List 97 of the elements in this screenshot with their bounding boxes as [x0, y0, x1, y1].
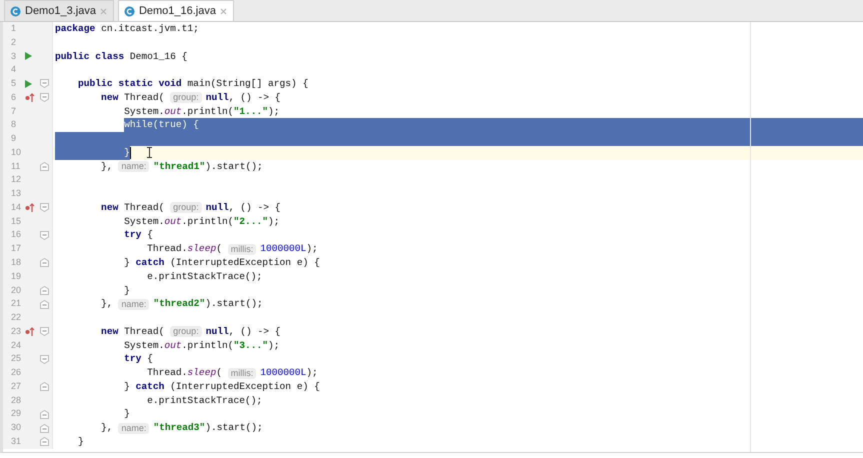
parameter-hint: name: — [118, 298, 150, 310]
fold-icon[interactable] — [40, 162, 50, 172]
line-number: 1 — [10, 22, 18, 35]
line-number: 11 — [10, 160, 22, 173]
fold-icon[interactable] — [40, 93, 50, 102]
code-text: } — [123, 146, 130, 160]
parameter-hint: millis: — [228, 244, 256, 255]
close-icon[interactable] — [100, 8, 107, 14]
code-text: } — [77, 434, 84, 449]
class-file-icon — [124, 6, 135, 16]
code-text: try { — [123, 228, 153, 242]
line-number: 21 — [10, 297, 22, 310]
parameter-hint: name: — [118, 161, 150, 172]
code-text: System.out.println("3..."); — [123, 338, 280, 352]
line-number: 5 — [10, 77, 18, 90]
line-number: 6 — [10, 90, 18, 104]
fold-icon[interactable] — [40, 382, 50, 392]
parameter-hint: group: — [170, 92, 202, 104]
line-number: 18 — [10, 256, 22, 270]
code-text: new Thread( — [100, 324, 166, 339]
line-number: 10 — [10, 146, 22, 159]
line-number: 19 — [10, 270, 22, 283]
line-number: 8 — [10, 118, 18, 132]
code-text: } — [123, 284, 130, 298]
file-tab[interactable]: Demo1_16.java — [118, 0, 234, 21]
line-number: 16 — [10, 228, 22, 242]
line-number: 13 — [10, 187, 22, 200]
code-text: e.printStackTrace(); — [146, 394, 262, 408]
code-text: } catch (InterruptedException e) { — [123, 256, 320, 270]
code-text: }, — [100, 297, 114, 312]
line-number: 3 — [10, 50, 18, 63]
fold-icon[interactable] — [40, 230, 50, 240]
code-text: try { — [123, 352, 153, 366]
line-number: 15 — [10, 214, 22, 228]
code-text: } catch (InterruptedException e) { — [123, 380, 320, 394]
code-text: null, () -> { — [206, 324, 281, 339]
line-number: 26 — [10, 366, 22, 380]
run-icon[interactable] — [24, 52, 32, 60]
line-number: 22 — [10, 311, 22, 324]
code-text: Thread.sleep( — [146, 242, 223, 256]
parameter-hint: group: — [170, 326, 202, 338]
override-arrow-icon[interactable] — [24, 203, 35, 212]
code-text: while(true) { — [124, 118, 199, 132]
code-text: null, () -> { — [206, 90, 281, 105]
close-icon[interactable] — [220, 8, 227, 14]
code-text: public class Demo1_16 { — [55, 50, 188, 64]
fold-icon[interactable] — [40, 437, 50, 446]
code-text: "thread3").start(); — [153, 421, 263, 435]
line-number: 14 — [10, 200, 22, 214]
line-number: 4 — [10, 63, 18, 76]
line-number: 25 — [10, 352, 22, 366]
class-file-icon — [10, 6, 21, 16]
fold-icon[interactable] — [40, 258, 50, 268]
fold-icon[interactable] — [40, 286, 50, 295]
line-number: 2 — [10, 36, 18, 49]
code-text: public static void main(String[] args) { — [77, 77, 308, 91]
code-text: "thread2").start(); — [153, 297, 263, 312]
parameter-hint: millis: — [228, 368, 256, 379]
code-text: System.out.println("1..."); — [123, 104, 280, 118]
line-number: 24 — [10, 338, 22, 352]
code-text: null, () -> { — [206, 200, 281, 215]
fold-icon[interactable] — [40, 203, 50, 212]
override-arrow-icon[interactable] — [24, 93, 35, 102]
line-number: 23 — [10, 324, 22, 338]
fold-icon[interactable] — [40, 79, 50, 88]
fold-icon[interactable] — [40, 327, 50, 336]
file-tab[interactable]: Demo1_3.java — [4, 0, 114, 21]
code-text: new Thread( — [100, 200, 166, 215]
line-number: 31 — [10, 434, 22, 448]
code-text: }, — [100, 421, 114, 435]
run-icon[interactable] — [24, 80, 32, 88]
fold-icon[interactable] — [40, 410, 50, 419]
fold-icon[interactable] — [40, 300, 50, 309]
line-number: 12 — [10, 173, 22, 186]
code-text: package cn.itcast.jvm.t1; — [55, 22, 199, 36]
line-number: 29 — [10, 407, 22, 420]
code-text: }, — [100, 160, 114, 174]
line-number: 30 — [10, 421, 22, 434]
line-number: 7 — [10, 104, 18, 118]
code-text: 1000000L); — [260, 366, 318, 380]
line-number: 28 — [10, 394, 22, 407]
fold-icon[interactable] — [40, 424, 50, 433]
code-text: "thread1").start(); — [153, 160, 263, 174]
parameter-hint: group: — [170, 202, 202, 214]
line-number: 20 — [10, 284, 22, 297]
code-text: 1000000L); — [260, 242, 318, 256]
fold-icon[interactable] — [40, 354, 50, 364]
code-text: e.printStackTrace(); — [146, 270, 262, 284]
line-number: 27 — [10, 380, 22, 393]
override-arrow-icon[interactable] — [24, 327, 35, 336]
code-text: new Thread( — [100, 90, 166, 105]
code-text: Thread.sleep( — [146, 366, 223, 380]
code-text: } — [123, 407, 130, 422]
code-text: System.out.println("2..."); — [123, 214, 280, 228]
line-number: 17 — [10, 242, 22, 256]
line-number: 9 — [10, 132, 18, 146]
parameter-hint: name: — [118, 422, 150, 434]
